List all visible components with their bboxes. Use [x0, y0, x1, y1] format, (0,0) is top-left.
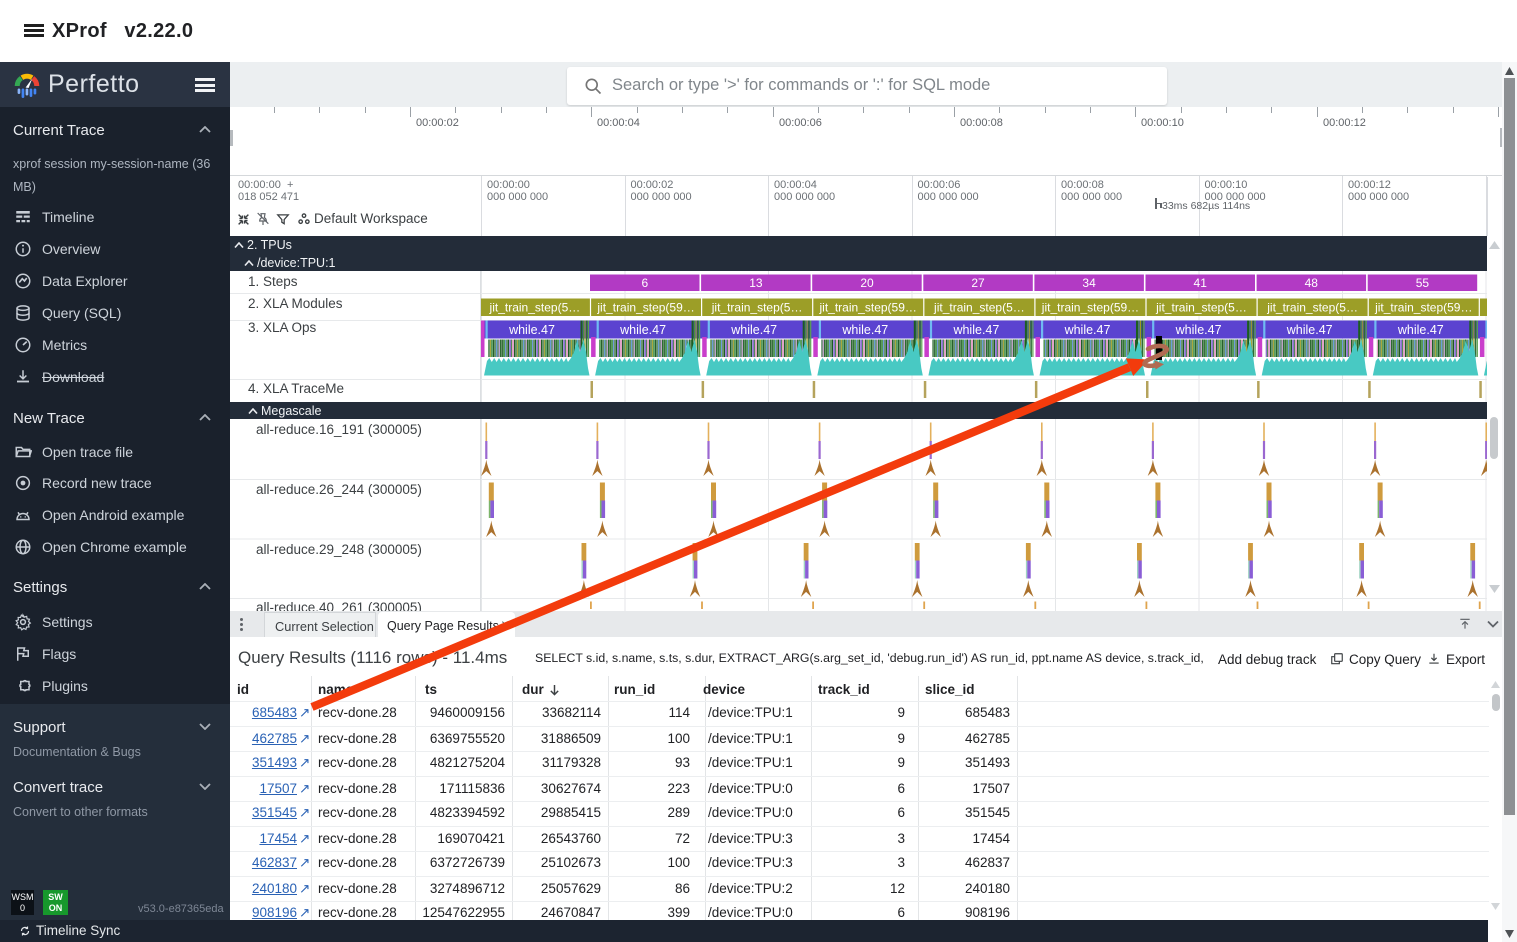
- svg-text:jit_train_step(5…: jit_train_step(5…: [1266, 301, 1358, 315]
- svg-text:jit_train_step(5…: jit_train_step(5…: [711, 301, 803, 315]
- svg-text:jit_train_step(5…: jit_train_step(5…: [933, 301, 1025, 315]
- svg-text:34: 34: [1082, 276, 1096, 290]
- svg-text:55: 55: [1416, 276, 1430, 290]
- svg-text:while.47: while.47: [1175, 323, 1222, 337]
- svg-text:while.47: while.47: [1064, 323, 1111, 337]
- svg-text:13: 13: [749, 276, 763, 290]
- svg-text:27: 27: [971, 276, 985, 290]
- svg-text:jit_train_step(5…: jit_train_step(5…: [489, 301, 581, 315]
- svg-text:while.47: while.47: [619, 323, 666, 337]
- svg-text:while.47: while.47: [952, 323, 999, 337]
- svg-text:jit_train_step(59…: jit_train_step(59…: [596, 301, 694, 315]
- svg-text:while.47: while.47: [841, 323, 888, 337]
- svg-text:jit_train_step(59…: jit_train_step(59…: [1041, 301, 1139, 315]
- svg-text:while.47: while.47: [1397, 323, 1444, 337]
- svg-text:6: 6: [641, 276, 648, 290]
- svg-text:48: 48: [1305, 276, 1319, 290]
- svg-text:20: 20: [860, 276, 874, 290]
- svg-text:jit_train_step(5…: jit_train_step(5…: [1155, 301, 1247, 315]
- svg-text:41: 41: [1194, 276, 1208, 290]
- svg-text:jit_train_step(59…: jit_train_step(59…: [819, 301, 917, 315]
- svg-text:jit_train_step(59…: jit_train_step(59…: [1374, 301, 1472, 315]
- svg-text:while.47: while.47: [1286, 323, 1333, 337]
- svg-text:while.47: while.47: [508, 323, 555, 337]
- svg-text:while.47: while.47: [730, 323, 777, 337]
